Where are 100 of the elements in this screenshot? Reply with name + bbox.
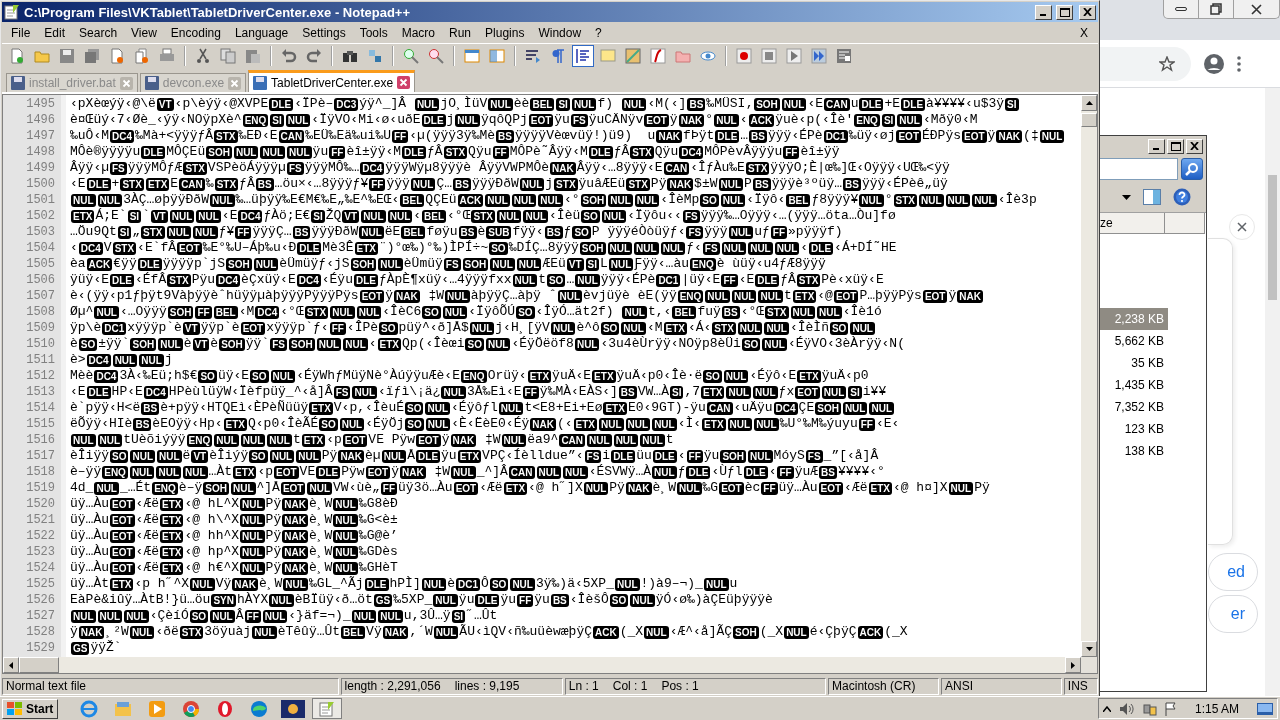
control-code: NUL xyxy=(240,545,265,559)
scroll-left-button[interactable] xyxy=(3,657,19,673)
copy-icon[interactable] xyxy=(217,45,239,67)
menu-item[interactable]: File xyxy=(4,24,38,42)
code-text: MÔPè˜Âÿÿ‹M xyxy=(509,144,588,160)
help-icon[interactable] xyxy=(1173,188,1191,206)
menu-item[interactable]: Edit xyxy=(37,24,73,42)
control-code: NUL xyxy=(252,625,277,639)
file-tab[interactable]: TabletDriverCenter.exe xyxy=(248,70,416,92)
control-code: NUL xyxy=(945,193,971,207)
profile-icon[interactable] xyxy=(1203,52,1225,75)
search-field[interactable] xyxy=(1098,158,1178,180)
code-text: ‹E xyxy=(738,272,755,288)
menu-item[interactable]: Plugins xyxy=(478,24,532,42)
flag-icon[interactable] xyxy=(1164,701,1177,716)
control-code: DC4 xyxy=(296,273,321,287)
code-text: è¸W xyxy=(258,576,283,592)
file-size[interactable]: 1,435 KB xyxy=(1098,374,1168,396)
control-code: SOH xyxy=(226,257,252,271)
control-code: NUL xyxy=(209,193,235,207)
menu-item[interactable]: View xyxy=(124,24,164,42)
control-code: NUL xyxy=(455,113,480,127)
menu-item[interactable]: Tools xyxy=(352,24,395,42)
control-code: NUL xyxy=(784,625,809,639)
preview-pane-icon[interactable] xyxy=(1143,189,1161,205)
indent-guide-icon[interactable] xyxy=(572,45,594,67)
record-icon[interactable] xyxy=(733,45,755,67)
code-text: è–ÿÿ xyxy=(70,464,102,480)
control-code: SO xyxy=(600,321,620,335)
menu-item[interactable]: Macro xyxy=(394,24,442,42)
file-size[interactable]: 138 KB xyxy=(1098,440,1168,462)
control-code: SOH xyxy=(219,337,245,351)
control-code: NUL xyxy=(333,529,358,543)
control-code: ETX xyxy=(160,561,184,575)
code-text: xÿÿÿp`ƒ‹ xyxy=(266,320,329,336)
scrollbar-thumb[interactable] xyxy=(19,657,59,673)
scroll-up-button[interactable] xyxy=(1081,95,1097,111)
control-code: ETX xyxy=(71,209,95,223)
control-code: EOT xyxy=(795,385,820,399)
menu-item[interactable]: Window xyxy=(531,24,589,42)
more-menu-icon[interactable] xyxy=(1237,55,1241,72)
menu-item[interactable]: Settings xyxy=(295,24,353,42)
chevron-icon[interactable] xyxy=(1102,705,1111,712)
close-icon[interactable] xyxy=(228,76,242,90)
code-text: ‰GHèT xyxy=(358,560,398,576)
speaker-icon[interactable] xyxy=(1118,701,1135,716)
menu-item[interactable]: Language xyxy=(227,24,296,42)
scrollbar-thumb[interactable] xyxy=(1268,175,1277,300)
link-button[interactable]: ed xyxy=(1208,553,1258,591)
line-number: 1520 xyxy=(25,496,56,512)
file-size[interactable]: 35 KB xyxy=(1098,352,1168,374)
menu-item[interactable]: Run xyxy=(442,24,479,42)
menu-item[interactable]: Encoding xyxy=(163,24,228,42)
code-text: VSPèöÁÿÿÿµ xyxy=(207,160,286,176)
code-text: ‹@ h\^X xyxy=(184,512,240,528)
caret-icon[interactable] xyxy=(1122,194,1131,200)
control-code: ENQ xyxy=(460,369,487,383)
control-code: NUL xyxy=(634,241,659,255)
code-text: üÿ…Àt xyxy=(70,576,109,592)
network-icon[interactable] xyxy=(1142,701,1157,716)
control-code: NUL xyxy=(607,241,633,255)
search-button[interactable] xyxy=(1181,158,1203,180)
file-size[interactable]: 5,662 KB xyxy=(1098,330,1168,352)
menu-item[interactable]: Search xyxy=(72,24,125,42)
control-code: NUL xyxy=(71,193,96,207)
maximize-button[interactable] xyxy=(1056,4,1073,20)
code-text: Pÿ xyxy=(609,480,625,496)
control-code: STX xyxy=(796,273,821,287)
control-code: FS xyxy=(333,385,351,399)
notepad-icon[interactable] xyxy=(312,698,343,719)
column-header[interactable]: ze xyxy=(1098,213,1165,234)
code-text: ‹ÎèMp xyxy=(660,192,700,208)
function-list-icon[interactable] xyxy=(647,45,669,67)
close-icon[interactable] xyxy=(397,76,411,89)
file-size[interactable]: 123 KB xyxy=(1098,418,1168,440)
code-text: ‹Îè3p xyxy=(997,192,1037,208)
control-code: DLE xyxy=(110,273,134,287)
control-code: DLE xyxy=(755,273,780,287)
fast-forward-icon[interactable] xyxy=(808,45,830,67)
code-text: P…þÿÿPÿs xyxy=(859,288,922,304)
play-icon[interactable] xyxy=(783,45,805,67)
control-code: NUL xyxy=(842,401,868,415)
close-icon[interactable] xyxy=(119,76,133,90)
menu-item[interactable]: ? xyxy=(588,24,609,42)
scrollbar-thumb[interactable] xyxy=(1081,113,1097,127)
show-desktop-icon[interactable] xyxy=(1257,702,1273,715)
close-document-button[interactable]: X xyxy=(1072,24,1096,42)
maximize-button[interactable] xyxy=(1167,138,1184,154)
control-code: FF xyxy=(761,481,778,495)
file-size[interactable]: 7,352 KB xyxy=(1098,396,1168,418)
start-button[interactable]: Start xyxy=(2,698,59,719)
scroll-down-button[interactable] xyxy=(1081,641,1097,657)
scroll-right-button[interactable] xyxy=(1065,657,1081,673)
column-header[interactable] xyxy=(1165,213,1205,234)
code-text: èÇxüÿ‹E xyxy=(241,272,296,288)
code-text: ‹ xyxy=(800,240,809,256)
link-button[interactable]: er xyxy=(1208,595,1258,633)
stop-icon[interactable] xyxy=(758,45,780,67)
code-text: ÿÿÿ‹ÉPèê„üÿ xyxy=(861,176,948,192)
code-text: t xyxy=(538,272,546,288)
